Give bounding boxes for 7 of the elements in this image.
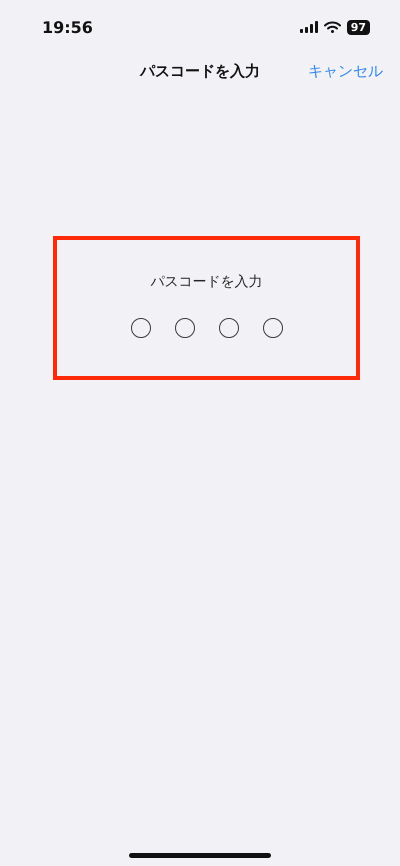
passcode-prompt: パスコードを入力 (150, 273, 262, 291)
signal-icon (300, 21, 318, 33)
wifi-icon (324, 21, 341, 33)
battery-level: 97 (346, 20, 370, 34)
nav-title: パスコードを入力 (140, 62, 260, 80)
status-time: 19:56 (42, 18, 93, 36)
cancel-button[interactable]: キャンセル (308, 62, 383, 80)
